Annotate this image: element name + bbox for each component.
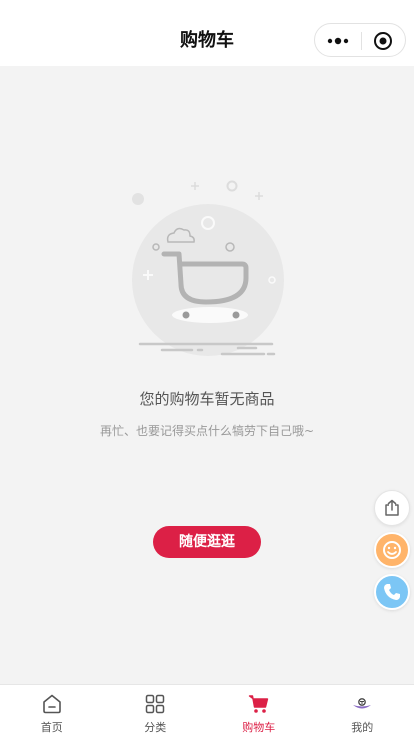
phone-icon <box>384 584 400 600</box>
cart-icon <box>248 695 268 713</box>
more-dots-icon[interactable] <box>327 35 349 47</box>
share-float-button[interactable] <box>374 490 410 526</box>
customer-service-float-button[interactable] <box>374 532 410 568</box>
tab-home[interactable]: 首页 <box>0 685 104 736</box>
tab-profile[interactable]: 我的 <box>311 685 414 736</box>
tab-category[interactable]: 分类 <box>104 685 208 736</box>
smiley-icon <box>383 541 401 559</box>
tab-cart[interactable]: 购物车 <box>207 685 311 736</box>
mini-program-capsule <box>314 23 406 57</box>
tab-label: 分类 <box>144 721 167 734</box>
tab-label: 我的 <box>351 721 374 734</box>
tab-label: 购物车 <box>242 721 276 734</box>
tab-bar: 首页 分类 购物车 我的 <box>0 684 414 736</box>
profile-icon <box>353 698 372 709</box>
grid-icon <box>146 694 165 714</box>
empty-cart-subtitle: 再忙、也要记得买点什么犒劳下自己哦~ <box>99 424 315 438</box>
tab-label: 首页 <box>40 721 63 734</box>
home-icon <box>42 694 61 714</box>
browse-button[interactable]: 随便逛逛 <box>153 526 261 558</box>
share-icon <box>385 499 399 516</box>
capsule-divider <box>361 32 362 50</box>
empty-cart-illustration <box>132 180 284 356</box>
phone-float-button[interactable] <box>374 574 410 610</box>
target-icon[interactable] <box>373 31 393 51</box>
empty-cart-title: 您的购物车暂无商品 <box>139 390 275 408</box>
navigation-bar: 购物车 <box>0 0 414 66</box>
